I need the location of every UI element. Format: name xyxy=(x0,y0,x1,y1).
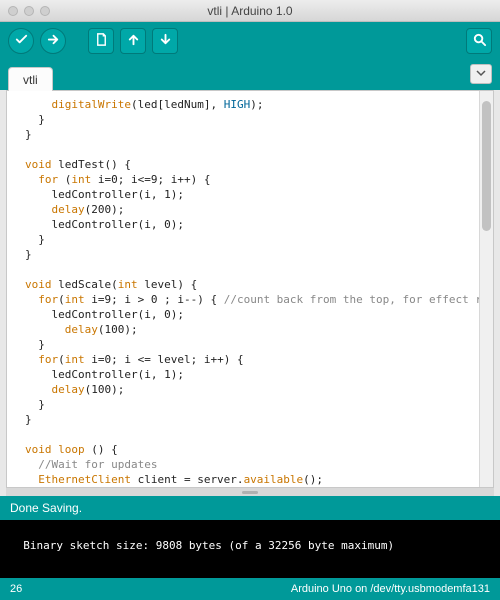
tab-bar: vtli xyxy=(0,60,500,90)
chevron-down-icon xyxy=(476,67,486,81)
save-sketch-button[interactable] xyxy=(152,28,178,54)
toolbar xyxy=(0,22,500,60)
board-port: Arduino Uno on /dev/tty.usbmodemfa131 xyxy=(291,583,490,595)
editor-pane: digitalWrite(led[ledNum], HIGH); }} void… xyxy=(6,90,494,488)
verify-button[interactable] xyxy=(8,28,34,54)
open-sketch-button[interactable] xyxy=(120,28,146,54)
console-output: Binary sketch size: 9808 bytes (of a 322… xyxy=(23,539,394,552)
arrow-up-icon xyxy=(126,32,141,50)
editor-scrollbar[interactable] xyxy=(479,91,493,487)
build-console[interactable]: Binary sketch size: 9808 bytes (of a 322… xyxy=(0,520,500,578)
code-editor[interactable]: digitalWrite(led[ledNum], HIGH); }} void… xyxy=(7,91,479,487)
line-number: 26 xyxy=(10,583,22,595)
window-title: vtli | Arduino 1.0 xyxy=(0,4,500,18)
serial-monitor-button[interactable] xyxy=(466,28,492,54)
window-titlebar: vtli | Arduino 1.0 xyxy=(0,0,500,22)
status-bar: 26 Arduino Uno on /dev/tty.usbmodemfa131 xyxy=(0,578,500,600)
grip-icon xyxy=(242,491,258,494)
check-icon xyxy=(14,32,29,50)
console-resize-handle[interactable] xyxy=(6,488,494,496)
new-sketch-button[interactable] xyxy=(88,28,114,54)
scrollbar-thumb[interactable] xyxy=(482,101,491,231)
status-message: Done Saving. xyxy=(10,501,82,515)
page-icon xyxy=(94,32,109,50)
arrow-down-icon xyxy=(158,32,173,50)
sketch-tab[interactable]: vtli xyxy=(8,67,53,91)
arrow-right-icon xyxy=(46,32,61,50)
magnifier-icon xyxy=(472,32,487,50)
upload-button[interactable] xyxy=(40,28,66,54)
tab-menu-button[interactable] xyxy=(470,64,492,84)
status-message-bar: Done Saving. xyxy=(0,496,500,520)
